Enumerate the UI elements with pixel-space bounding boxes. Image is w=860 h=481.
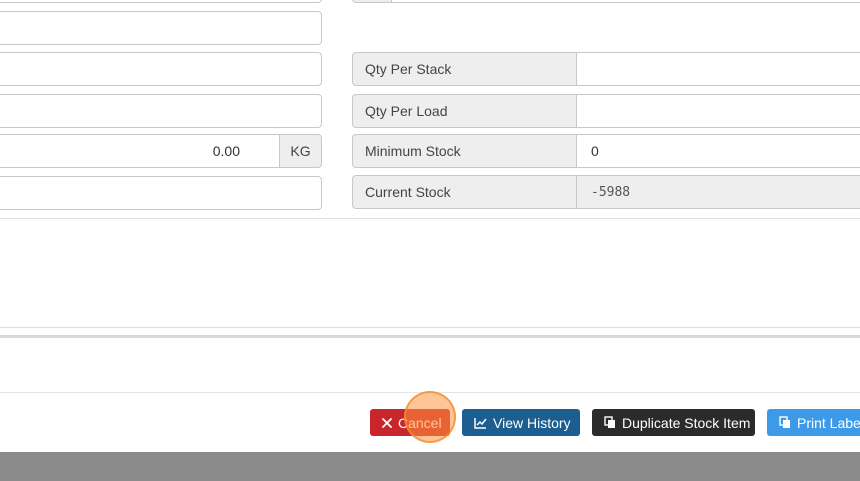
print-labels-button[interactable]: Print Labels — [767, 409, 860, 436]
view-history-button[interactable]: View History — [462, 409, 580, 436]
footer-bar — [0, 452, 860, 481]
line-chart-icon — [474, 417, 487, 429]
weight-unit-addon: KG — [279, 134, 322, 168]
qty-per-load-label: Qty Per Load — [352, 94, 577, 128]
weight-value: 0.00 — [212, 143, 240, 159]
current-stock-value: -5988 — [576, 175, 860, 209]
empty-panel — [0, 218, 860, 328]
print-labels-label: Print Labels — [797, 414, 860, 431]
duplicate-stock-item-button[interactable]: Duplicate Stock Item — [592, 409, 755, 436]
weight-field[interactable]: 0.00 — [0, 134, 280, 168]
cancel-label: Cancel — [398, 414, 442, 431]
minimum-stock-input[interactable]: 0 — [576, 134, 860, 168]
text-field-2[interactable] — [0, 52, 322, 86]
footer-divider — [0, 392, 860, 393]
copy-icon — [779, 416, 791, 429]
qty-per-stack-label: Qty Per Stack — [352, 52, 577, 86]
minimum-stock-label: Minimum Stock — [352, 134, 577, 168]
row-input-previous[interactable] — [391, 0, 860, 3]
current-stock-label: Current Stock — [352, 175, 577, 209]
view-history-label: View History — [493, 414, 571, 431]
section-divider — [0, 335, 860, 338]
qty-per-stack-input[interactable] — [576, 52, 860, 86]
text-field-5[interactable] — [0, 176, 322, 210]
copy-icon — [604, 416, 616, 429]
cancel-button[interactable]: Cancel — [370, 409, 450, 436]
text-field-1[interactable] — [0, 11, 322, 45]
close-icon — [382, 417, 392, 428]
row-label-previous — [352, 0, 392, 3]
text-field-3[interactable] — [0, 94, 322, 128]
duplicate-stock-item-label: Duplicate Stock Item — [622, 414, 751, 431]
field-previous[interactable] — [0, 0, 322, 3]
qty-per-load-input[interactable] — [576, 94, 860, 128]
